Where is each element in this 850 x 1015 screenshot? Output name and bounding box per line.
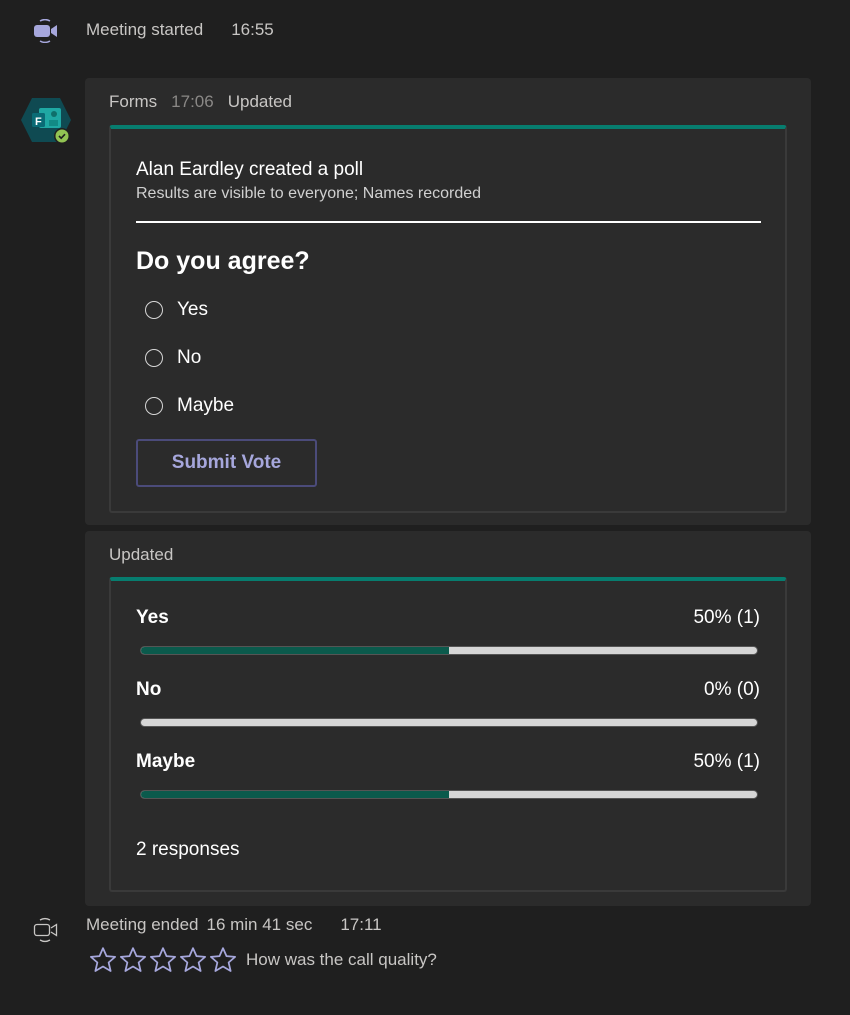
- result-label-no: No: [136, 679, 162, 700]
- message-timestamp: 17:06: [171, 92, 214, 111]
- result-value-no: 0% (0): [704, 679, 760, 700]
- star-5-icon[interactable]: [208, 945, 238, 975]
- meeting-started-time: 16:55: [231, 20, 274, 39]
- message-status: Updated: [227, 92, 292, 111]
- poll-card: Alan Eardley created a poll Results are …: [109, 125, 787, 513]
- result-value-maybe: 50% (1): [693, 751, 760, 772]
- call-quality-rating: How was the call quality?: [88, 945, 437, 975]
- result-bar-fill: [141, 647, 449, 654]
- option-label: Maybe: [177, 395, 235, 416]
- result-bar-yes: [141, 647, 757, 654]
- sender-name[interactable]: Forms: [109, 92, 157, 112]
- poll-divider: [136, 221, 761, 223]
- responses-count: 2 responses: [136, 839, 240, 860]
- option-label: No: [177, 347, 202, 368]
- submit-vote-button[interactable]: Submit Vote: [136, 439, 317, 487]
- result-label-maybe: Maybe: [136, 751, 196, 772]
- poll-results-card: Yes 50% (1) No 0% (0) Maybe 50% (1) 2 re…: [109, 577, 787, 892]
- meeting-duration: 16 min 41 sec: [206, 915, 313, 934]
- forms-message-bubble: Forms 17:06 Updated Alan Eardley created…: [85, 78, 811, 525]
- meeting-started-icon: [32, 18, 60, 44]
- meeting-ended-time: 17:11: [340, 915, 382, 934]
- poll-creator-text: Alan Eardley created a poll: [136, 159, 364, 180]
- message-status: Updated: [109, 545, 174, 564]
- result-label-yes: Yes: [136, 607, 169, 628]
- message-header: Forms 17:06 Updated: [109, 92, 292, 112]
- star-1-icon[interactable]: [88, 945, 118, 975]
- meeting-started-label: Meeting started: [86, 20, 204, 39]
- radio-button[interactable]: [145, 349, 163, 367]
- poll-option-maybe[interactable]: Maybe: [145, 395, 234, 417]
- svg-text:F: F: [35, 116, 42, 128]
- meeting-started-row: Meeting started 16:55: [86, 20, 274, 40]
- poll-visibility-text: Results are visible to everyone; Names r…: [136, 185, 482, 202]
- star-3-icon[interactable]: [148, 945, 178, 975]
- result-value-yes: 50% (1): [693, 607, 760, 628]
- poll-question: Do you agree?: [136, 247, 310, 275]
- star-4-icon[interactable]: [178, 945, 208, 975]
- results-message-bubble: Updated Yes 50% (1) No 0% (0) Maybe 50% …: [85, 531, 811, 906]
- rating-question: How was the call quality?: [246, 950, 437, 969]
- radio-button[interactable]: [145, 397, 163, 415]
- star-2-icon[interactable]: [118, 945, 148, 975]
- forms-avatar[interactable]: F: [19, 96, 73, 146]
- poll-option-no[interactable]: No: [145, 347, 201, 369]
- result-bar-fill: [141, 791, 449, 798]
- meeting-ended-label: Meeting ended: [86, 915, 199, 934]
- option-label: Yes: [177, 299, 208, 320]
- result-bar-maybe: [141, 791, 757, 798]
- poll-option-yes[interactable]: Yes: [145, 299, 208, 321]
- radio-button[interactable]: [145, 301, 163, 319]
- message-header: Updated: [109, 545, 173, 565]
- result-bar-no: [141, 719, 757, 726]
- meeting-ended-row: Meeting ended 16 min 41 sec 17:11: [86, 915, 382, 935]
- star-rating: [88, 945, 238, 975]
- meeting-ended-icon: [32, 917, 60, 943]
